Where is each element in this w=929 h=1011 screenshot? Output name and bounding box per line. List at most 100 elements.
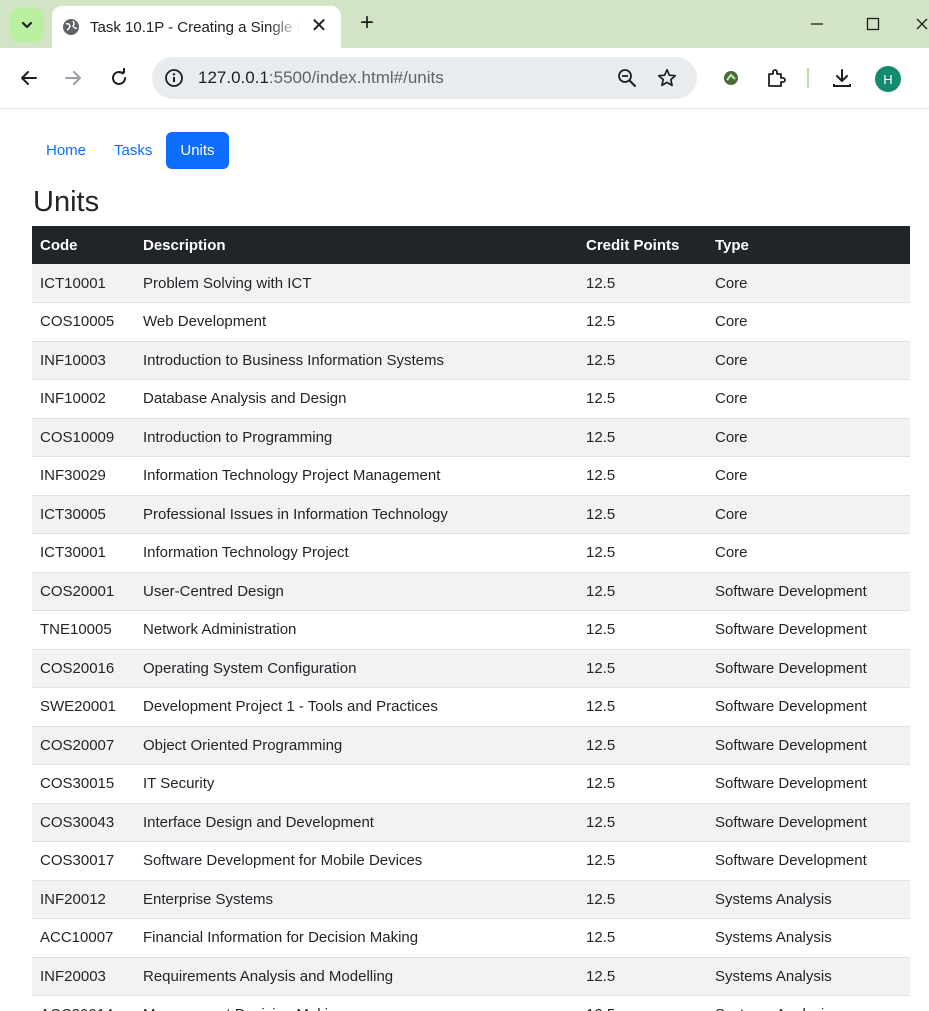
cell-code: INF10003 [32,341,135,380]
column-header-description: Description [143,236,226,254]
cell-credit-points: 12.5 [578,533,707,573]
cell-type: Software Development [707,841,910,881]
cell-credit-points: 12.5 [578,957,707,996]
table-row: INF10002 Database Analysis and Design 12.5… [32,379,910,419]
cell-description: Operating System Configuration [135,649,578,688]
nav-units-link[interactable]: Units [166,132,229,169]
table-row: COS30015 IT Security 12.5 Software Developm… [32,764,910,804]
site-info-icon[interactable] [162,66,186,90]
cell-description: Introduction to Business Information Sys… [135,341,578,380]
column-header-credit-points: Credit Points [586,236,680,254]
cell-type: Software Development [707,764,910,804]
table-row: COS10005 Web Development 12.5 Core [32,302,910,342]
units-table-body: ICT10001 Problem Solving with ICT 12.5 Core… [32,264,910,1011]
cell-code: ACC20014 [32,995,135,1011]
cell-credit-points: 12.5 [578,418,707,457]
extensions-puzzle-icon[interactable] [764,66,788,90]
cell-code: COS20001 [32,572,135,611]
nav-home-link[interactable]: Home [32,132,100,169]
cell-credit-points: 12.5 [578,726,707,765]
cell-credit-points: 12.5 [578,572,707,611]
table-row: ICT30005 Professional Issues in Informati… [32,495,910,534]
cell-code: COS30017 [32,841,135,881]
back-arrow-icon[interactable] [17,66,41,90]
cell-description: Object Oriented Programming [135,726,578,765]
nav-pills: Home Tasks Units [32,132,229,169]
cell-code: COS30043 [32,803,135,842]
extension-icon[interactable] [719,66,743,90]
maximize-icon[interactable] [861,12,885,36]
url-text[interactable]: 127.0.0.1:5500/index.html#/units [198,68,444,88]
cell-description: Management Decision Making [135,995,578,1011]
cell-description: IT Security [135,764,578,804]
reload-icon[interactable] [107,66,131,90]
new-tab-button[interactable]: + [355,11,379,36]
cell-description: Problem Solving with ICT [135,264,578,303]
avatar[interactable]: H [875,66,901,92]
close-tab-icon[interactable]: ✕ [309,16,329,36]
cell-code: ICT10001 [32,264,135,303]
cell-credit-points: 12.5 [578,302,707,342]
cell-code: COS30015 [32,764,135,804]
cell-code: ICT30005 [32,495,135,534]
table-row: ACC20014Management Decision Making12.5Sy… [32,995,910,1011]
table-row: INF20012 Enterprise Systems 12.5 Systems An… [32,880,910,919]
globe-icon [62,18,80,36]
cell-description: Web Development [135,302,578,342]
address-bar[interactable]: 127.0.0.1:5500/index.html#/units [152,57,697,99]
cell-code: ICT30001 [32,533,135,573]
cell-type: Systems Analysis [707,957,910,996]
cell-code: COS10009 [32,418,135,457]
cell-code: COS20007 [32,726,135,765]
cell-description: Professional Issues in Information Techn… [135,495,578,534]
cell-code: COS20016 [32,649,135,688]
cell-description: User-Centred Design [135,572,578,611]
download-icon[interactable] [830,66,854,90]
cell-description: Introduction to Programming [135,418,578,457]
cell-code: INF20012 [32,880,135,919]
cell-type: Software Development [707,649,910,688]
cell-description: Network Administration [135,610,578,650]
cell-description: Development Project 1 - Tools and Practi… [135,687,578,727]
cell-type: Software Development [707,572,910,611]
cell-code: INF30029 [32,456,135,496]
cell-description: Interface Design and Development [135,803,578,842]
tab-search-button[interactable] [10,8,44,42]
url-host: 127.0.0.1 [198,68,269,87]
table-row: INF10003 Introduction to Business Informa… [32,341,910,380]
browser-tab[interactable]: Task 10.1P - Creating a Single Page ✕ [52,6,341,48]
table-row: TNE10005 Network Administration 12.5 Softwa… [32,610,910,650]
cell-code: INF10002 [32,379,135,419]
url-path: :5500/index.html#/units [268,68,444,87]
cell-type: Core [707,264,910,303]
table-header-row: Code Description Credit Points Type [32,226,910,264]
cell-type: Software Development [707,726,910,765]
cell-credit-points: 12.5 [578,379,707,419]
forward-arrow-icon[interactable] [61,66,85,90]
table-row: INF20003 Requirements Analysis and Modell… [32,957,910,996]
column-header-type: Type [715,236,749,254]
table-row: ICT10001 Problem Solving with ICT 12.5 Core [32,264,910,303]
cell-credit-points: 12.5 [578,649,707,688]
cell-type: Software Development [707,610,910,650]
table-row: INF30029 Information Technology Project M… [32,456,910,496]
minimize-icon[interactable] [805,12,829,36]
cell-credit-points: 12.5 [578,918,707,958]
cell-type: Systems Analysis [707,918,910,958]
close-window-icon[interactable] [915,12,929,36]
cell-code: ACC10007 [32,918,135,958]
cell-type: Systems Analysis [707,880,910,919]
cell-code: SWE20001 [32,687,135,727]
toolbar-divider [807,68,809,88]
cell-credit-points: 12.5 [578,880,707,919]
table-row: COS10009 Introduction to Programming 12.5 C… [32,418,910,457]
cell-type: Core [707,302,910,342]
cell-description: Software Development for Mobile Devices [135,841,578,881]
zoom-icon[interactable] [615,66,639,90]
bookmark-star-icon[interactable] [655,66,679,90]
cell-description: Financial Information for Decision Makin… [135,918,578,958]
cell-type: Software Development [707,687,910,727]
table-row: COS20001 User-Centred Design 12.5 Software … [32,572,910,611]
units-table: Code Description Credit Points Type ICT1… [32,226,910,1011]
nav-tasks-link[interactable]: Tasks [100,132,166,169]
